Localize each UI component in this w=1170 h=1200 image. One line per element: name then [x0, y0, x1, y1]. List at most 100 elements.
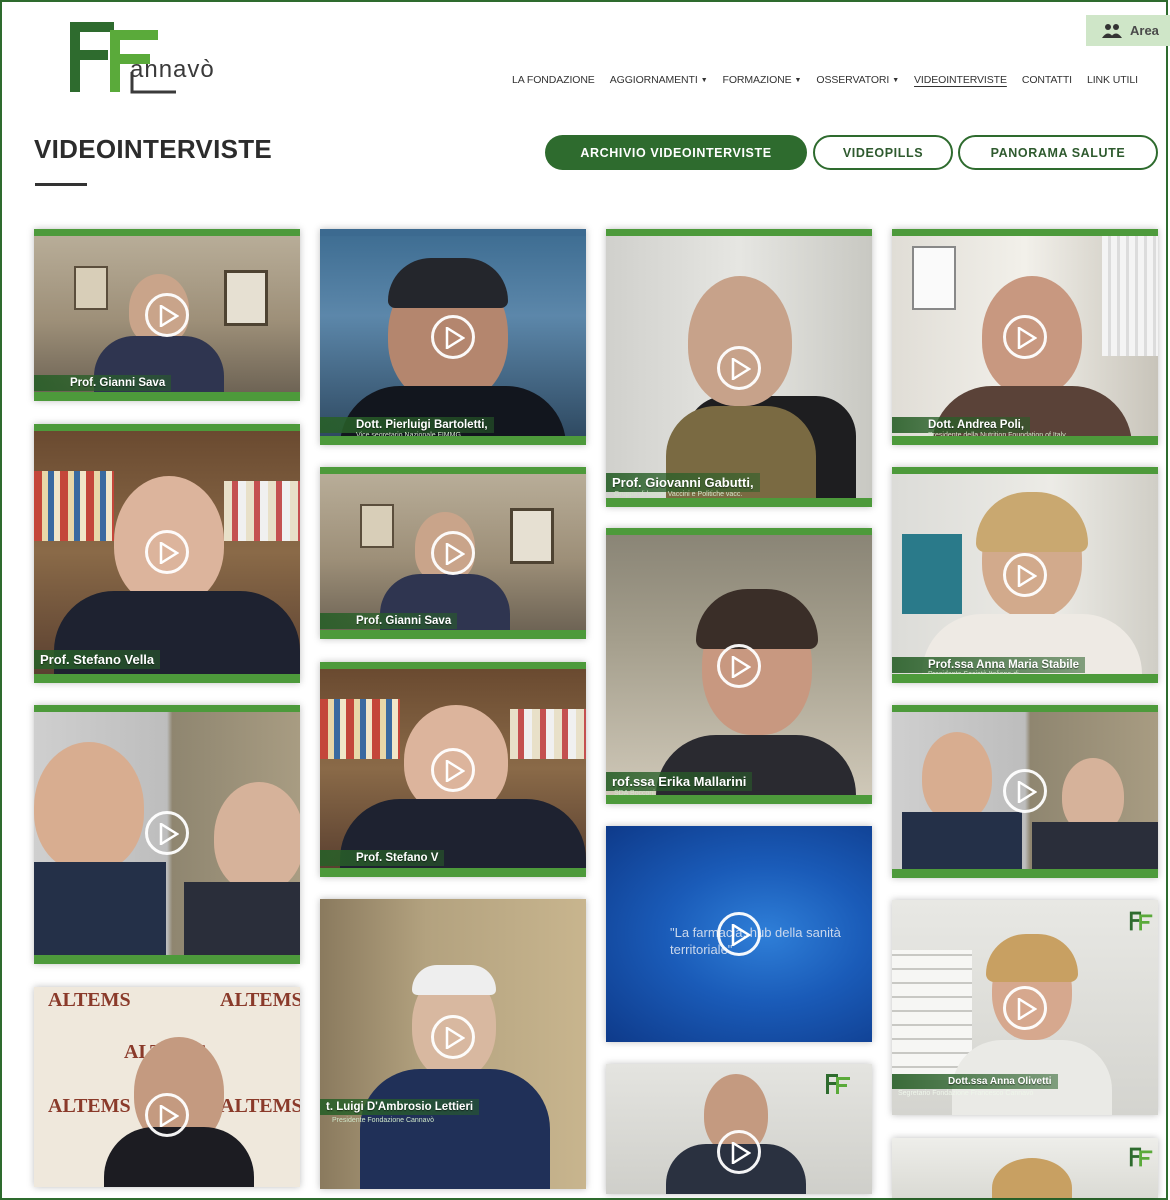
- logo-icon: [826, 1074, 850, 1094]
- backdrop-text: ALTEMS: [48, 989, 131, 1011]
- card-bottom-bar: [320, 630, 586, 639]
- card-bottom-bar: [34, 674, 300, 683]
- video-caption: Dott. Pierluigi Bartoletti,: [320, 417, 494, 433]
- card-top-bar: [34, 424, 300, 431]
- video-caption: Prof. Giovanni Gabutti,: [606, 473, 760, 492]
- video-card[interactable]: Prof. Stefano Vella: [34, 424, 300, 683]
- video-card[interactable]: t. Luigi D'Ambrosio Lettieri Presidente …: [320, 899, 586, 1189]
- play-icon[interactable]: [717, 346, 761, 390]
- video-caption: Prof. Gianni Sava: [34, 375, 172, 391]
- video-card[interactable]: Prof. Stefano V: [320, 662, 586, 877]
- logo-wordmark: annavò: [130, 56, 215, 83]
- video-caption: rof.ssa Erika Mallarini: [606, 772, 753, 791]
- logo-icon: [1129, 911, 1153, 931]
- video-thumbnail: [892, 1138, 1158, 1198]
- video-card[interactable]: Prof. Giovanni Gabutti, Gruppo di lavoro…: [606, 229, 872, 507]
- card-top-bar: [606, 229, 872, 236]
- video-card[interactable]: Dott. Andrea Poli, Presidente della Nutr…: [892, 229, 1158, 445]
- video-caption: Dott. Andrea Poli,: [892, 417, 1031, 433]
- backdrop-text: ALTEMS: [48, 1095, 131, 1117]
- logo-icon: [1129, 1147, 1153, 1167]
- video-caption: Prof. Stefano V: [320, 850, 445, 866]
- slide-text: "La farmacia, hub della sanità territori…: [670, 925, 841, 957]
- video-card[interactable]: [892, 705, 1158, 878]
- nav-label: LINK UTILI: [1087, 74, 1138, 86]
- nav-item-link-utili[interactable]: LINK UTILI: [1087, 74, 1138, 86]
- card-bottom-bar: [34, 392, 300, 401]
- play-icon[interactable]: [145, 1093, 189, 1137]
- play-icon[interactable]: [431, 1015, 475, 1059]
- video-subcaption: Segretario Fondazione Francesco Cannavò: [898, 1090, 1034, 1097]
- nav-item-videointerviste[interactable]: VIDEOINTERVISTE: [914, 74, 1007, 86]
- card-bottom-bar: [892, 869, 1158, 878]
- chevron-down-icon: ▼: [700, 76, 708, 84]
- play-icon[interactable]: [1003, 986, 1047, 1030]
- nav-item-formazione[interactable]: FORMAZIONE ▼: [723, 74, 802, 86]
- play-icon[interactable]: [717, 644, 761, 688]
- play-icon[interactable]: [145, 293, 189, 337]
- video-card[interactable]: [34, 705, 300, 964]
- page-title: VIDEOINTERVISTE: [34, 134, 273, 164]
- video-thumbnail: [606, 1064, 872, 1194]
- play-icon[interactable]: [431, 315, 475, 359]
- video-caption: t. Luigi D'Ambrosio Lettieri: [320, 1099, 480, 1115]
- main-nav: LA FONDAZIONE AGGIORNAMENTI ▼ FORMAZIONE ▼…: [512, 74, 1138, 86]
- play-icon[interactable]: [431, 531, 475, 575]
- chevron-down-icon: ▼: [794, 76, 802, 84]
- area-label: Area: [1130, 23, 1159, 38]
- nav-item-contatti[interactable]: CONTATTI: [1022, 74, 1072, 86]
- play-icon[interactable]: [145, 530, 189, 574]
- nav-label: LA FONDAZIONE: [512, 74, 595, 86]
- card-top-bar: [892, 229, 1158, 236]
- card-top-bar: [606, 528, 872, 535]
- video-card[interactable]: [606, 1064, 872, 1194]
- nav-label: AGGIORNAMENTI: [609, 74, 698, 86]
- video-subcaption: Gruppo di lavoro Vaccini e Politiche vac…: [614, 491, 743, 498]
- nav-item-fondazione[interactable]: LA FONDAZIONE: [512, 74, 595, 86]
- backdrop-text: ALTEMS: [220, 989, 300, 1011]
- card-bottom-bar: [606, 498, 872, 507]
- card-top-bar: [34, 229, 300, 236]
- play-icon[interactable]: [1003, 769, 1047, 813]
- video-card[interactable]: "La farmacia, hub della sanità territori…: [606, 826, 872, 1042]
- play-icon[interactable]: [717, 912, 761, 956]
- video-caption: Prof. Stefano Vella: [34, 650, 161, 669]
- card-bottom-bar: [892, 674, 1158, 683]
- video-card[interactable]: Prof. Gianni Sava: [34, 229, 300, 401]
- video-card[interactable]: rof.ssa Erika Mallarini SDA Bocconi: [606, 528, 872, 804]
- nav-item-aggiornamenti[interactable]: AGGIORNAMENTI ▼: [610, 74, 708, 86]
- nav-label: VIDEOINTERVISTE: [914, 74, 1007, 86]
- card-top-bar: [320, 229, 586, 236]
- nav-item-osservatori[interactable]: OSSERVATORI ▼: [816, 74, 899, 86]
- nav-label: CONTATTI: [1021, 74, 1072, 86]
- card-bottom-bar: [892, 436, 1158, 445]
- card-bottom-bar: [320, 436, 586, 445]
- backdrop-text: ALTEMS: [220, 1095, 300, 1117]
- card-top-bar: [34, 705, 300, 712]
- video-card[interactable]: ALTEMS ALTEMS ALTEMS ALTEMS ALTEMS: [34, 987, 300, 1187]
- title-divider: [35, 183, 87, 186]
- play-icon[interactable]: [1003, 315, 1047, 359]
- play-icon[interactable]: [717, 1130, 761, 1174]
- users-icon: [1102, 23, 1122, 38]
- area-button[interactable]: Area: [1086, 15, 1170, 46]
- play-icon[interactable]: [431, 748, 475, 792]
- video-card[interactable]: Dott. Pierluigi Bartoletti, Vice segreta…: [320, 229, 586, 445]
- chevron-down-icon: ▼: [892, 76, 900, 84]
- video-caption: Dott.ssa Anna Olivetti: [892, 1074, 1058, 1089]
- video-card[interactable]: Prof. Gianni Sava: [320, 467, 586, 639]
- video-card[interactable]: Prof.ssa Anna Maria Stabile Presidente S…: [892, 467, 1158, 683]
- video-card[interactable]: [892, 1138, 1158, 1198]
- video-card[interactable]: Dott.ssa Anna Olivetti Segretario Fondaz…: [892, 900, 1158, 1115]
- tab-archivio-videointerviste[interactable]: ARCHIVIO VIDEOINTERVISTE: [545, 135, 807, 170]
- tab-videopills[interactable]: VIDEOPILLS: [813, 135, 953, 170]
- card-bottom-bar: [606, 795, 872, 804]
- card-top-bar: [320, 662, 586, 669]
- card-top-bar: [892, 705, 1158, 712]
- nav-label: FORMAZIONE: [722, 74, 792, 86]
- tab-panorama-salute[interactable]: PANORAMA SALUTE: [958, 135, 1158, 170]
- play-icon[interactable]: [1003, 553, 1047, 597]
- nav-label: OSSERVATORI: [816, 74, 890, 86]
- card-top-bar: [892, 467, 1158, 474]
- play-icon[interactable]: [145, 811, 189, 855]
